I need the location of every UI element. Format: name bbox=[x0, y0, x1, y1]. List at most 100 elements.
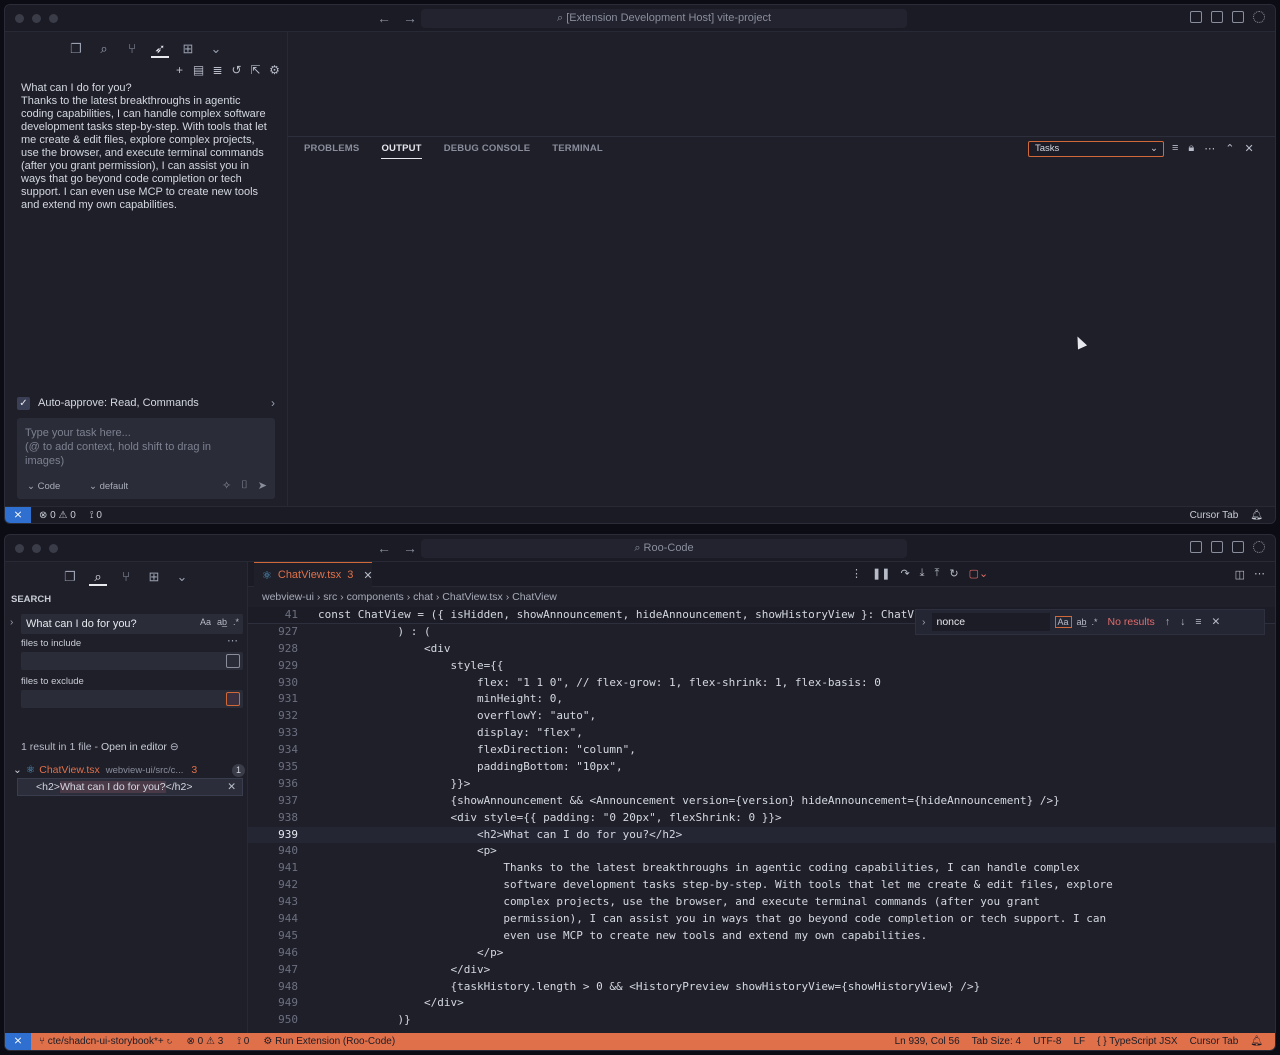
pause-icon[interactable]: ❚❚ bbox=[872, 567, 890, 580]
code-line[interactable]: 929 style={{ bbox=[248, 658, 1275, 675]
run-status[interactable]: ⚙ Run Extension (Roo-Code) bbox=[263, 1036, 395, 1047]
profile-selector[interactable]: ⌄ default bbox=[89, 481, 128, 492]
tab-debug-console[interactable]: DEBUG CONSOLE bbox=[444, 143, 531, 159]
output-channel-select[interactable]: Tasks ⌄ bbox=[1028, 141, 1164, 157]
popout-icon[interactable]: ⇱ bbox=[249, 64, 262, 77]
search-match-row[interactable]: <h2>What can I do for you?</h2> ✕ bbox=[17, 778, 243, 796]
code-line[interactable]: 942 software development tasks step-by-s… bbox=[248, 877, 1275, 894]
code-line[interactable]: 950 )} bbox=[248, 1012, 1275, 1029]
toggle-panel-icon[interactable] bbox=[1211, 541, 1223, 553]
history-icon[interactable]: ↺ bbox=[230, 64, 243, 77]
toggle-sidebar-icon[interactable] bbox=[1190, 11, 1202, 23]
language-mode[interactable]: { } TypeScript JSX bbox=[1097, 1036, 1177, 1047]
arrow-up-icon[interactable]: ↑ bbox=[1165, 616, 1170, 628]
whole-word-icon[interactable]: ab̲ bbox=[1077, 617, 1087, 627]
encoding[interactable]: UTF-8 bbox=[1033, 1036, 1061, 1047]
code-line[interactable]: 931 minHeight: 0, bbox=[248, 691, 1275, 708]
chevron-down-icon[interactable]: ⌄ bbox=[13, 764, 22, 776]
mode-selector[interactable]: ⌄ Code bbox=[27, 481, 60, 492]
extensions-icon[interactable]: ⊞ bbox=[179, 40, 197, 58]
problems-status[interactable]: ⊗ 0 ⚠ 0 bbox=[39, 510, 76, 521]
rocket-icon[interactable]: ➶ bbox=[151, 40, 169, 58]
tab-problems[interactable]: PROBLEMS bbox=[304, 143, 359, 159]
whole-word-icon[interactable]: ab̲ bbox=[217, 617, 227, 627]
code-line[interactable]: 939 <h2>What can I do for you?</h2> bbox=[248, 826, 1275, 844]
chevron-right-icon[interactable]: › bbox=[922, 616, 926, 628]
gear-icon[interactable] bbox=[1253, 11, 1265, 23]
bell-icon[interactable]: 🔔︎ bbox=[1250, 510, 1263, 521]
regex-icon[interactable]: .* bbox=[1092, 617, 1098, 627]
code-line[interactable]: 949 </div> bbox=[248, 995, 1275, 1012]
toggle-secondary-sidebar-icon[interactable] bbox=[1232, 541, 1244, 553]
remote-icon[interactable]: ⨯ bbox=[5, 506, 31, 523]
code-line[interactable]: 947 </div> bbox=[248, 962, 1275, 979]
settings-exclude-icon[interactable] bbox=[226, 692, 240, 706]
result-file-row[interactable]: ⌄ ⚛ ChatView.tsx webview-ui/src/c... 3 1 bbox=[13, 761, 245, 779]
maximize-dot[interactable] bbox=[49, 544, 58, 553]
cursor-tab-status[interactable]: Cursor Tab bbox=[1190, 1036, 1239, 1047]
book-icon[interactable] bbox=[226, 654, 240, 668]
arrow-down-icon[interactable]: ↓ bbox=[1180, 616, 1185, 628]
code-line[interactable]: 948 {taskHistory.length > 0 && <HistoryP… bbox=[248, 979, 1275, 996]
code-line[interactable]: 943 complex projects, use the browser, a… bbox=[248, 894, 1275, 911]
checkmark-icon[interactable]: ✓ bbox=[17, 396, 30, 410]
code-line[interactable]: 928 <div bbox=[248, 641, 1275, 658]
code-line[interactable]: 930 flex: "1 1 0", // flex-grow: 1, flex… bbox=[248, 675, 1275, 692]
chevron-down-icon[interactable]: ⌄ bbox=[173, 568, 191, 586]
problems-status[interactable]: ⊗ 0 ⚠ 3 bbox=[186, 1036, 223, 1047]
remote-icon[interactable]: ⨯ bbox=[5, 1033, 31, 1050]
forward-arrow-icon[interactable]: → bbox=[403, 10, 417, 26]
stop-icon[interactable]: ▢⌄ bbox=[969, 567, 989, 580]
close-icon[interactable]: ✕ bbox=[1245, 142, 1254, 155]
ports-status[interactable]: ⟟ 0 bbox=[90, 510, 102, 521]
lock-icon[interactable]: 🔒︎ bbox=[1188, 142, 1194, 155]
camera-icon[interactable]: ⌷ bbox=[241, 479, 248, 492]
code-line[interactable]: 940 <p> bbox=[248, 843, 1275, 860]
close-icon[interactable]: ✕ bbox=[363, 569, 372, 582]
more-icon[interactable]: ⋯ bbox=[1204, 142, 1215, 155]
tab-output[interactable]: OUTPUT bbox=[381, 143, 422, 159]
code-line[interactable]: 946 </p> bbox=[248, 945, 1275, 962]
back-arrow-icon[interactable]: ← bbox=[377, 540, 391, 556]
files-exclude-input[interactable] bbox=[21, 690, 211, 708]
code-line[interactable]: 933 display: "flex", bbox=[248, 725, 1275, 742]
regex-icon[interactable]: .* bbox=[233, 617, 239, 627]
search-input[interactable] bbox=[26, 616, 186, 632]
code-line[interactable]: 932 overflowY: "auto", bbox=[248, 708, 1275, 725]
command-center[interactable]: ⌕ Roo-Code bbox=[421, 539, 907, 558]
prompts-icon[interactable]: ▤ bbox=[192, 64, 205, 77]
restart-icon[interactable]: ↻ bbox=[949, 567, 958, 580]
drag-handle-icon[interactable]: ⋮ bbox=[851, 567, 862, 580]
tab-chatview[interactable]: ⚛ ChatView.tsx 3 ✕ bbox=[254, 562, 373, 587]
close-icon[interactable]: ✕ bbox=[1211, 616, 1220, 628]
cursor-tab-status[interactable]: Cursor Tab bbox=[1190, 510, 1239, 521]
eol[interactable]: LF bbox=[1073, 1036, 1085, 1047]
maximize-dot[interactable] bbox=[49, 14, 58, 23]
cursor-position[interactable]: Ln 939, Col 56 bbox=[895, 1036, 960, 1047]
toggle-sidebar-icon[interactable] bbox=[1190, 541, 1202, 553]
source-control-icon[interactable]: ⑂ bbox=[123, 40, 141, 58]
explorer-icon[interactable]: ❐ bbox=[67, 40, 85, 58]
close-dot[interactable] bbox=[15, 544, 24, 553]
back-arrow-icon[interactable]: ← bbox=[377, 10, 391, 26]
gear-icon[interactable] bbox=[1253, 541, 1265, 553]
code-editor[interactable]: › Aa ab̲ .* No results ↑ ↓ ≡ ✕ 41 const C… bbox=[248, 607, 1275, 1033]
toggle-secondary-sidebar-icon[interactable] bbox=[1232, 11, 1244, 23]
plus-icon[interactable]: + bbox=[173, 64, 186, 77]
code-line[interactable]: 944 permission), I can assist you in way… bbox=[248, 911, 1275, 928]
ports-status[interactable]: ⟟ 0 bbox=[237, 1036, 249, 1047]
chevron-right-icon[interactable]: › bbox=[271, 396, 275, 410]
code-line[interactable]: 945 even use MCP to create new tools and… bbox=[248, 928, 1275, 945]
step-into-icon[interactable]: ⤓ bbox=[920, 567, 925, 580]
explorer-icon[interactable]: ❐ bbox=[61, 568, 79, 586]
enhance-prompt-icon[interactable]: ✧ bbox=[222, 479, 231, 492]
command-center[interactable]: ⌕ [Extension Development Host] vite-proj… bbox=[421, 9, 907, 28]
branch-status[interactable]: ⑂ cte/shadcn-ui-storybook*+ ↻ bbox=[39, 1036, 172, 1047]
chevron-down-icon[interactable]: ⌄ bbox=[207, 40, 225, 58]
collapse-icon[interactable]: ⊖ bbox=[170, 741, 179, 753]
search-icon[interactable]: ⌕ bbox=[89, 568, 107, 586]
find-in-selection-icon[interactable]: ≡ bbox=[1195, 616, 1201, 628]
minimize-dot[interactable] bbox=[32, 544, 41, 553]
tab-terminal[interactable]: TERMINAL bbox=[552, 143, 603, 159]
minimize-dot[interactable] bbox=[32, 14, 41, 23]
